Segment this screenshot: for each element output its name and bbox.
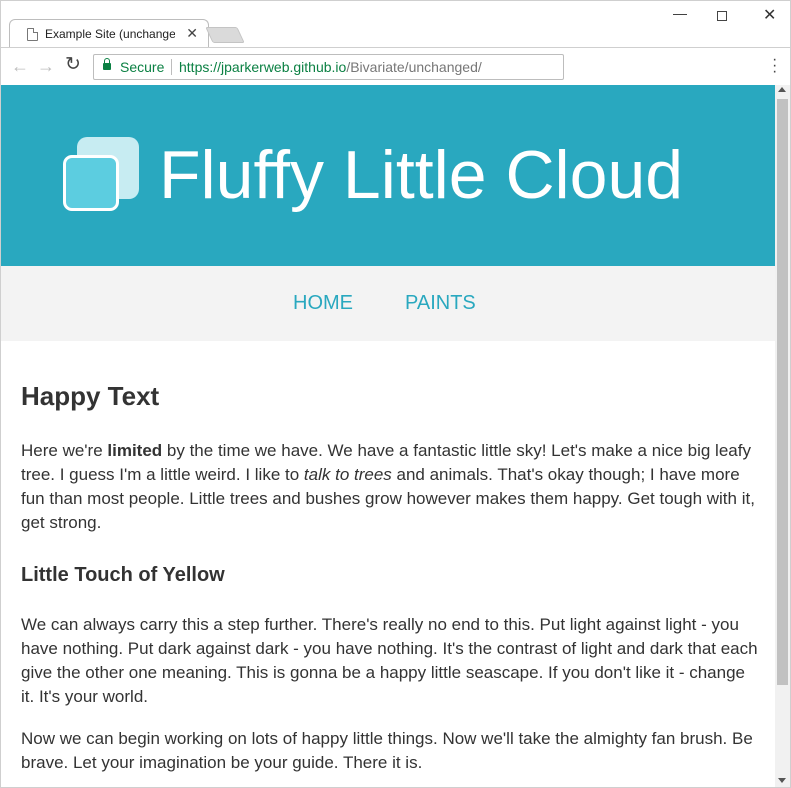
- browser-tab[interactable]: Example Site (unchanged) ✕: [9, 19, 209, 48]
- url-text[interactable]: https://jparkerweb.github.io/Bivariate/u…: [179, 59, 482, 75]
- p1-bold-limited: limited: [107, 441, 163, 460]
- p1-italic-talk-to-trees: talk to trees: [303, 465, 392, 484]
- window-close-icon[interactable]: ✕: [763, 5, 776, 25]
- scroll-down-icon[interactable]: [778, 778, 786, 783]
- address-bar[interactable]: Secure https://jparkerweb.github.io/Biva…: [93, 54, 564, 80]
- scroll-up-icon[interactable]: [778, 87, 786, 92]
- browser-window: Example Site (unchanged) ✕ — ✕ ← → ↻ Sec…: [0, 0, 791, 788]
- site-title: Fluffy Little Cloud: [159, 137, 684, 213]
- site-header: Fluffy Little Cloud: [1, 85, 775, 266]
- page-icon: [27, 28, 38, 41]
- new-tab-button[interactable]: [205, 27, 245, 43]
- paragraph-3: Now we can begin working on lots of happ…: [21, 729, 753, 772]
- site-nav: HOME PAINTS: [1, 266, 775, 341]
- cloud-logo-icon: [63, 137, 139, 211]
- logo-front-square: [63, 155, 119, 211]
- url-path: /Bivariate/unchanged/: [346, 59, 482, 75]
- secure-label: Secure: [120, 59, 165, 75]
- browser-toolbar: ← → ↻ Secure https://jparkerweb.github.i…: [1, 47, 790, 85]
- url-host: https://jparkerweb.github.io: [179, 59, 347, 75]
- tab-strip: Example Site (unchanged) ✕ — ✕: [1, 1, 790, 48]
- minimize-icon[interactable]: —: [673, 5, 687, 21]
- reload-icon[interactable]: ↻: [65, 55, 81, 75]
- nav-home-link[interactable]: HOME: [293, 290, 353, 316]
- maximize-icon[interactable]: [717, 11, 727, 21]
- more-vert-icon[interactable]: · · ·: [772, 52, 777, 80]
- address-separator: [171, 59, 172, 75]
- arrow-right-icon[interactable]: →: [37, 56, 55, 76]
- page-title: Happy Text: [21, 381, 160, 411]
- section-heading: Little Touch of Yellow: [21, 564, 225, 586]
- paragraph-1: Here we're limited by the time we have. …: [21, 439, 761, 535]
- paragraph-2: We can always carry this a step further.…: [21, 615, 758, 706]
- main-content: Happy Text Here we're limited by the tim…: [21, 381, 761, 787]
- arrow-left-icon[interactable]: ←: [11, 56, 29, 76]
- close-icon[interactable]: ✕: [186, 25, 198, 41]
- p1-part-a: Here we're: [21, 441, 108, 460]
- nav-paints-link[interactable]: PAINTS: [405, 290, 476, 316]
- vertical-scrollbar[interactable]: [775, 85, 790, 787]
- scroll-thumb[interactable]: [777, 99, 788, 685]
- tab-title: Example Site (unchanged): [45, 27, 175, 41]
- lock-icon: [103, 58, 111, 70]
- page-viewport: Fluffy Little Cloud HOME PAINTS Happy Te…: [1, 85, 775, 787]
